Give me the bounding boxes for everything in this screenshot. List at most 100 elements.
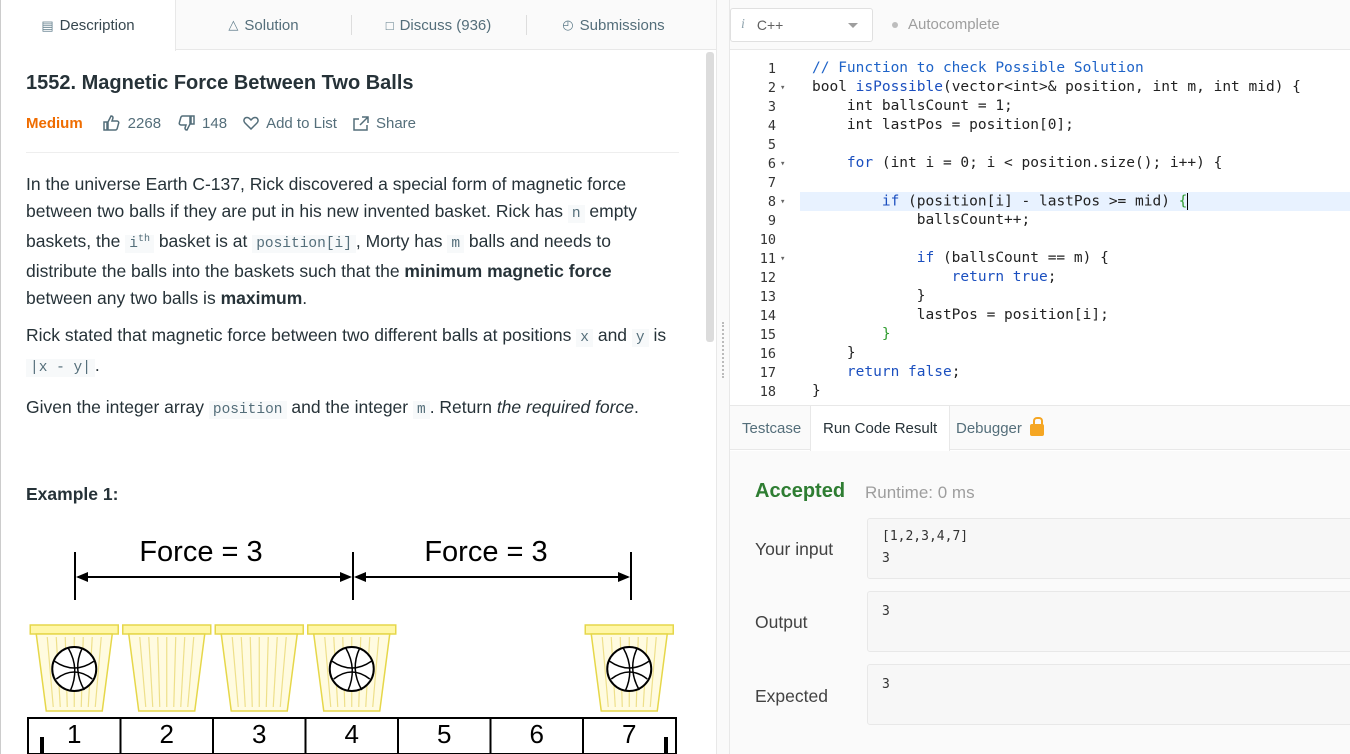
add-to-list-button[interactable]: Add to List <box>243 115 337 132</box>
code-line: } <box>812 326 891 342</box>
line-number: 11 <box>759 251 776 267</box>
code-line: return true; <box>812 269 1057 285</box>
tab-run-code-result[interactable]: Run Code Result <box>810 406 951 451</box>
code-line: int lastPos = position[0]; <box>812 117 1074 133</box>
line-number: 12 <box>759 270 776 286</box>
code-line: if (ballsCount == m) { <box>812 250 1109 266</box>
problem-tabs: ▤ Description △ Solution □ Discuss (936)… <box>1 0 717 51</box>
fold-arrow-icon[interactable]: ▾ <box>780 159 785 169</box>
code-line: } <box>812 288 926 304</box>
fold-arrow-icon[interactable]: ▾ <box>780 197 785 207</box>
code-line: bool isPossible(vector<int>& position, i… <box>812 79 1301 95</box>
tab-discuss[interactable]: □ Discuss (936) <box>351 0 526 50</box>
language-value: C++ <box>756 17 784 33</box>
line-number: 6 <box>767 156 776 172</box>
share-icon <box>353 115 369 131</box>
line-number: 5 <box>767 137 776 153</box>
code-line: lastPos = position[i]; <box>812 307 1109 323</box>
line-number: 1 <box>767 61 776 77</box>
code-line: for (int i = 0; i < position.size(); i++… <box>812 155 1223 171</box>
run-result-panel: Accepted Runtime: 0 ms Your input [1,2,3… <box>730 451 1350 754</box>
line-number: 9 <box>767 213 776 229</box>
line-number: 18 <box>759 384 776 400</box>
position-label: 1 <box>67 719 81 749</box>
position-label: 6 <box>530 719 544 749</box>
share-button[interactable]: Share <box>353 115 416 132</box>
your-input-box: [1,2,3,4,7] 3 <box>867 518 1350 579</box>
example-title: Example 1: <box>26 484 119 504</box>
heart-icon <box>243 116 259 130</box>
force-label: Force = 3 <box>424 536 547 568</box>
clock-icon: ◴ <box>562 17 574 32</box>
output-label: Output <box>755 612 808 632</box>
result-runtime: Runtime: 0 ms <box>865 483 975 502</box>
code-line: } <box>812 345 856 361</box>
problem-pane: ▤ Description △ Solution □ Discuss (936)… <box>0 0 717 754</box>
tab-debugger[interactable]: Debugger <box>944 406 1056 450</box>
pane-resize-handle[interactable] <box>716 0 730 754</box>
difficulty-badge: Medium <box>26 114 83 132</box>
description-scrollbar[interactable] <box>706 52 714 342</box>
basket <box>214 624 304 712</box>
meta-divider <box>26 152 679 153</box>
description-paragraph-1: In the universe Earth C-137, Rick discov… <box>26 174 638 308</box>
ball <box>606 646 653 692</box>
like-button[interactable]: 2268 <box>102 115 161 132</box>
line-number: 15 <box>759 327 776 343</box>
position-label: 7 <box>622 719 636 749</box>
position-label: 2 <box>160 719 174 749</box>
tab-testcase[interactable]: Testcase <box>730 406 813 450</box>
status-dot-icon <box>892 21 898 28</box>
line-number: 7 <box>767 175 776 191</box>
tab-description[interactable]: ▤ Description <box>1 0 176 51</box>
console-tabs: Testcase Run Code Result Debugger <box>730 405 1350 451</box>
language-select[interactable]: i C++ <box>730 8 873 42</box>
line-number: 17 <box>759 365 776 381</box>
expected-box: 3 <box>867 664 1350 725</box>
line-number: 13 <box>759 289 776 305</box>
line-number: 8 <box>767 194 776 210</box>
tab-submissions[interactable]: ◴ Submissions <box>526 0 701 50</box>
basket <box>122 624 212 712</box>
description-paragraph-2: Rick stated that magnetic force between … <box>26 325 667 377</box>
code-line: return false; <box>812 364 961 380</box>
line-number: 14 <box>759 308 776 324</box>
force-label: Force = 3 <box>139 536 262 568</box>
line-number: 3 <box>767 99 776 115</box>
editor-pane: i C++ Autocomplete 1 2 ▾ 3 4 5 6 ▾ 7 8 ▾ 9 10 11 ▾ 12 13… <box>730 0 1350 754</box>
position-label: 3 <box>252 719 266 749</box>
code-line: ballsCount++; <box>812 212 1031 228</box>
code-line: if (position[i] - lastPos >= mid) { <box>812 193 1189 210</box>
fold-arrow-icon[interactable]: ▾ <box>780 83 785 93</box>
problem-meta: Medium 2268 148 Add to List Share <box>26 112 432 134</box>
position-label: 5 <box>437 719 451 749</box>
line-number: 4 <box>767 118 776 134</box>
line-number: 10 <box>759 232 776 248</box>
autocomplete-toggle[interactable]: Autocomplete <box>892 16 1000 33</box>
lock-icon <box>1029 417 1044 436</box>
drag-handle-icon <box>722 322 724 378</box>
expected-label: Expected <box>755 686 828 706</box>
code-line: // Function to check Possible Solution <box>812 60 1144 76</box>
tab-solution[interactable]: △ Solution <box>176 0 351 50</box>
text-cursor <box>1187 193 1189 210</box>
example-figure: Force = 3 Force = 3 1 2 3 4 5 6 7 <box>27 536 677 754</box>
line-number: 2 <box>767 80 776 96</box>
editor-toolbar: i C++ Autocomplete <box>730 0 1350 50</box>
position-label: 4 <box>345 719 359 749</box>
output-box: 3 <box>867 591 1350 652</box>
chevron-down-icon <box>848 23 858 28</box>
fold-arrow-icon[interactable]: ▾ <box>780 254 785 264</box>
your-input-label: Your input <box>755 539 834 559</box>
line-number: 16 <box>759 346 776 362</box>
code-editor[interactable]: 1 2 ▾ 3 4 5 6 ▾ 7 8 ▾ 9 10 11 ▾ 12 13 14 15 16 17 18 // Funct… <box>730 52 1350 404</box>
code-line: int ballsCount = 1; <box>812 98 1013 114</box>
description-icon: ▤ <box>41 17 54 33</box>
dislike-button[interactable]: 148 <box>177 115 227 132</box>
code-line: } <box>812 383 821 399</box>
ball <box>51 646 98 692</box>
result-status: Accepted <box>755 480 846 502</box>
discuss-icon: □ <box>385 17 394 33</box>
info-icon: i <box>741 17 745 32</box>
problem-title: 1552. Magnetic Force Between Two Balls <box>26 72 414 94</box>
